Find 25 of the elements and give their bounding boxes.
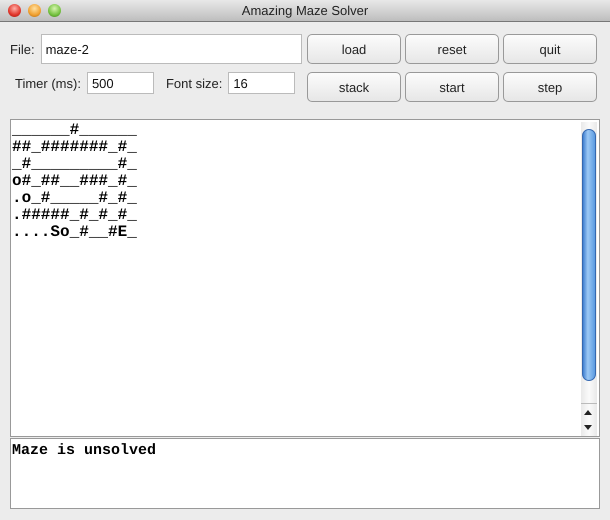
action-button[interactable]: load	[307, 34, 401, 64]
action-button[interactable]: reset	[405, 34, 499, 64]
maze-row: .#####_#_#_#_	[12, 207, 137, 224]
maze-row: ##_#######_#_	[12, 139, 137, 156]
close-icon[interactable]	[8, 4, 21, 17]
timer-field[interactable]: 500	[86, 72, 154, 94]
scrollbar-thumb[interactable]	[582, 129, 596, 381]
action-button[interactable]: quit	[503, 34, 597, 64]
maze-row: ______#______	[12, 122, 137, 139]
maze-row: ....So_#__#E_	[12, 224, 137, 241]
window-title: Amazing Maze Solver	[242, 3, 368, 18]
file-field[interactable]: maze-2	[40, 34, 302, 64]
maze-row: .o_#_____#_#_	[12, 190, 137, 207]
maze-row: o#_##__###_#_	[12, 173, 137, 190]
status-text: Maze is unsolved	[12, 442, 156, 459]
action-button[interactable]: start	[405, 72, 499, 102]
maze-row: _#_________#_	[12, 156, 137, 173]
file-label: File:	[10, 42, 35, 56]
action-button[interactable]: step	[503, 72, 597, 102]
action-button[interactable]: stack	[307, 72, 401, 102]
timer-label: Timer (ms):	[15, 76, 81, 90]
zoom-icon[interactable]	[48, 4, 61, 17]
font-size-field[interactable]: 16	[228, 72, 296, 94]
scrollbar[interactable]	[581, 122, 597, 436]
font-size-label: Font size:	[166, 76, 222, 90]
